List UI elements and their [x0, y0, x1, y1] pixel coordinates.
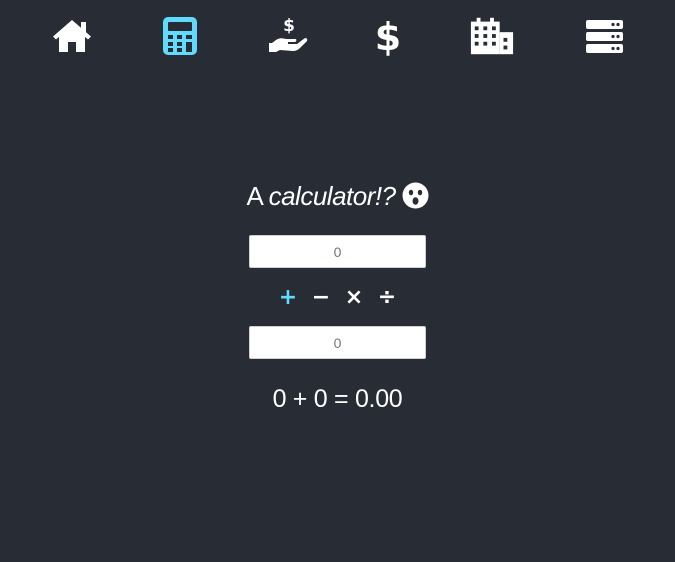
second-operand-input[interactable]: [249, 326, 426, 359]
building-icon: [470, 17, 514, 55]
nav-item-buildings[interactable]: [469, 14, 515, 58]
operator-divide-button[interactable]: ÷: [374, 283, 400, 313]
hand-holding-dollar-icon: $: [269, 16, 308, 52]
nav-item-dollar[interactable]: $: [365, 14, 411, 58]
operator-group: + − × ÷: [0, 283, 675, 313]
calculator-icon: [163, 17, 197, 55]
astonished-face-icon: [402, 182, 429, 216]
dollar-sign-icon: $: [375, 16, 401, 56]
svg-text:$: $: [375, 16, 401, 56]
home-icon: [53, 20, 91, 52]
nav-item-servers[interactable]: [582, 14, 628, 58]
title-emphasis: calculator!?: [268, 181, 396, 211]
operator-add-button[interactable]: +: [275, 283, 301, 313]
operator-subtract-button[interactable]: −: [308, 283, 334, 313]
result-text: 0 + 0 = 0.00: [272, 385, 403, 413]
server-icon: [586, 20, 623, 53]
top-navigation: $ $: [0, 0, 675, 72]
nav-item-calculator[interactable]: [157, 14, 203, 58]
nav-item-home[interactable]: [49, 14, 95, 58]
title-prefix: A: [246, 181, 262, 211]
operator-multiply-button[interactable]: ×: [341, 283, 367, 313]
svg-text:$: $: [283, 16, 295, 36]
page-title: A calculator!?: [0, 180, 675, 216]
first-operand-input[interactable]: [249, 235, 426, 268]
nav-item-finance[interactable]: $: [264, 14, 310, 58]
